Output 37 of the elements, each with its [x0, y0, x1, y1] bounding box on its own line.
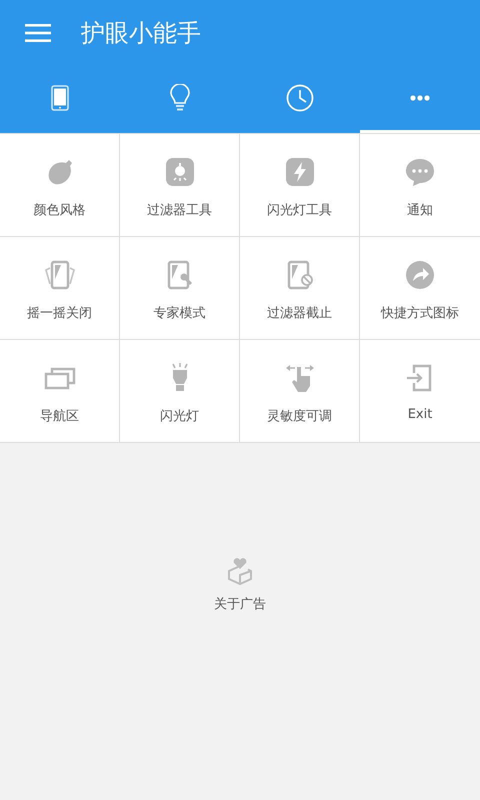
grid-label: 闪光灯 [160, 408, 199, 425]
grid-item[interactable]: 颜色风格 [0, 134, 120, 237]
grid-label: 灵敏度可调 [267, 408, 332, 425]
grid-item[interactable]: 过滤器截止 [240, 237, 360, 340]
grid-label: 通知 [407, 202, 433, 219]
menu-icon[interactable] [25, 24, 51, 42]
about-ads-link[interactable]: 关于广告 [214, 595, 266, 613]
app-title: 护眼小能手 [81, 18, 201, 49]
grid-label: 摇一摇关闭 [27, 305, 92, 322]
grid-item[interactable]: 快捷方式图标 [360, 237, 480, 340]
grid-label: 过滤器工具 [147, 202, 212, 219]
grid-label: 快捷方式图标 [381, 305, 459, 322]
shaking-phone-icon [44, 259, 76, 291]
grid-item[interactable]: 专家模式 [120, 237, 240, 340]
grid-item[interactable]: 导航区 [0, 340, 120, 443]
grid-item[interactable]: 过滤器工具 [120, 134, 240, 237]
grid-label: Exit [408, 407, 432, 422]
grid-label: 闪光灯工具 [267, 202, 332, 219]
grid-item[interactable]: 灵敏度可调 [240, 340, 360, 443]
grid-item[interactable]: Exit [360, 340, 480, 443]
grid-label: 专家模式 [154, 305, 206, 322]
grid-label: 颜色风格 [34, 202, 86, 219]
phone-icon [51, 85, 69, 111]
swipe-hand-icon [284, 362, 316, 394]
grid-label: 过滤器截止 [267, 305, 332, 322]
grid-label: 导航区 [40, 408, 79, 425]
grid-item[interactable]: 闪光灯工具 [240, 134, 360, 237]
lightbulb-icon [169, 84, 191, 112]
grid-item[interactable]: 摇一摇关闭 [0, 237, 120, 340]
chat-bubble-icon [404, 156, 436, 188]
more-icon [410, 95, 430, 101]
heart-box-icon [226, 557, 254, 585]
lightning-icon [284, 156, 316, 188]
grid-item[interactable]: 闪光灯 [120, 340, 240, 443]
grid-item[interactable]: 通知 [360, 134, 480, 237]
light-bulb-square-icon [164, 156, 196, 188]
clock-icon [286, 84, 314, 112]
